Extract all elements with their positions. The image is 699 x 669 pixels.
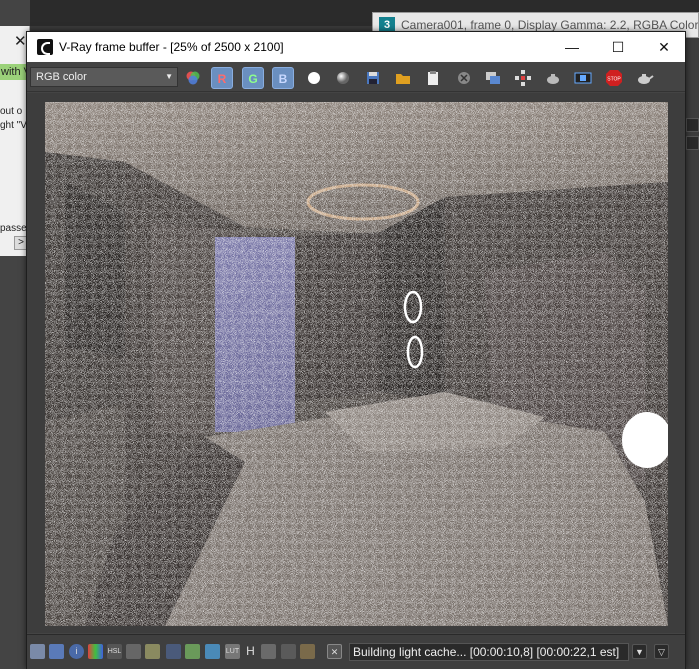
render-image[interactable]: [45, 102, 668, 626]
left-panel-close-icon[interactable]: ✕: [14, 32, 27, 50]
curve-icon[interactable]: [145, 644, 160, 659]
close-button[interactable]: ✕: [641, 32, 687, 62]
frame-icon[interactable]: [30, 644, 45, 659]
svg-text:STOP: STOP: [607, 77, 621, 83]
teapot-icon[interactable]: [633, 67, 655, 89]
stop-render-icon[interactable]: STOP: [603, 67, 625, 89]
chevron-down-icon: ▼: [165, 72, 173, 81]
window-titlebar[interactable]: V-Ray frame buffer - [25% of 2500 x 2100…: [27, 32, 685, 62]
window-title: V-Ray frame buffer - [25% of 2500 x 2100…: [59, 40, 284, 54]
exposure-icon[interactable]: [166, 644, 181, 659]
monochrome-icon[interactable]: [332, 67, 354, 89]
vfb-statusbar: i HSL LUT H ✕ Building light cache... [0…: [27, 634, 685, 669]
levels-icon[interactable]: [126, 644, 141, 659]
expand-panel-icon[interactable]: ▽: [654, 644, 669, 659]
render-canvas-area: [27, 93, 685, 633]
info-icon[interactable]: i: [69, 644, 84, 659]
alpha-white-icon[interactable]: [303, 67, 325, 89]
maximize-button[interactable]: ☐: [595, 32, 641, 62]
right-panel-button-1[interactable]: [686, 118, 699, 132]
display-correction-icon[interactable]: [300, 644, 315, 659]
track-mouse-icon[interactable]: [512, 67, 534, 89]
green-channel-button[interactable]: G: [242, 67, 264, 89]
bedroom-render-graphic: [45, 102, 668, 626]
close-x-icon[interactable]: ✕: [327, 644, 342, 659]
duplicate-to-max-icon[interactable]: [482, 67, 504, 89]
blue-channel-button[interactable]: B: [272, 67, 294, 89]
minimize-button[interactable]: —: [549, 32, 595, 62]
save-image-icon[interactable]: [362, 67, 384, 89]
clear-image-icon[interactable]: [453, 67, 475, 89]
right-panel-button-2[interactable]: [686, 136, 699, 150]
status-message: Building light cache... [00:00:10,8] [00…: [349, 643, 629, 661]
lut-icon[interactable]: [205, 644, 220, 659]
hsl-icon[interactable]: HSL: [107, 644, 122, 659]
vray-logo-icon: [37, 39, 53, 55]
render-teapot-icon[interactable]: [542, 67, 564, 89]
vray-frame-buffer-window: V-Ray frame buffer - [25% of 2500 x 2100…: [26, 31, 686, 669]
channel-select[interactable]: RGB color ▼: [30, 67, 178, 87]
clipboard-icon[interactable]: [422, 67, 444, 89]
color-correction-icon[interactable]: [88, 644, 103, 659]
ocio-icon[interactable]: [261, 644, 276, 659]
channel-select-value: RGB color: [36, 71, 87, 83]
open-folder-icon[interactable]: [392, 67, 414, 89]
vfb-toolbar: RGB color ▼ R G B STOP: [27, 62, 685, 92]
camera-window-title: Camera001, frame 0, Display Gamma: 2.2, …: [401, 18, 699, 32]
history-icon[interactable]: [49, 644, 64, 659]
red-channel-button[interactable]: R: [211, 67, 233, 89]
lut-text-icon[interactable]: LUT: [225, 644, 240, 659]
color-channels-icon[interactable]: [182, 67, 204, 89]
histogram-button[interactable]: H: [243, 644, 258, 659]
background-image-icon[interactable]: [185, 644, 200, 659]
background-right-panel: [686, 40, 699, 669]
film-strip-icon[interactable]: [572, 67, 594, 89]
icc-icon[interactable]: [281, 644, 296, 659]
chevron-down-icon[interactable]: ▼: [632, 644, 647, 659]
